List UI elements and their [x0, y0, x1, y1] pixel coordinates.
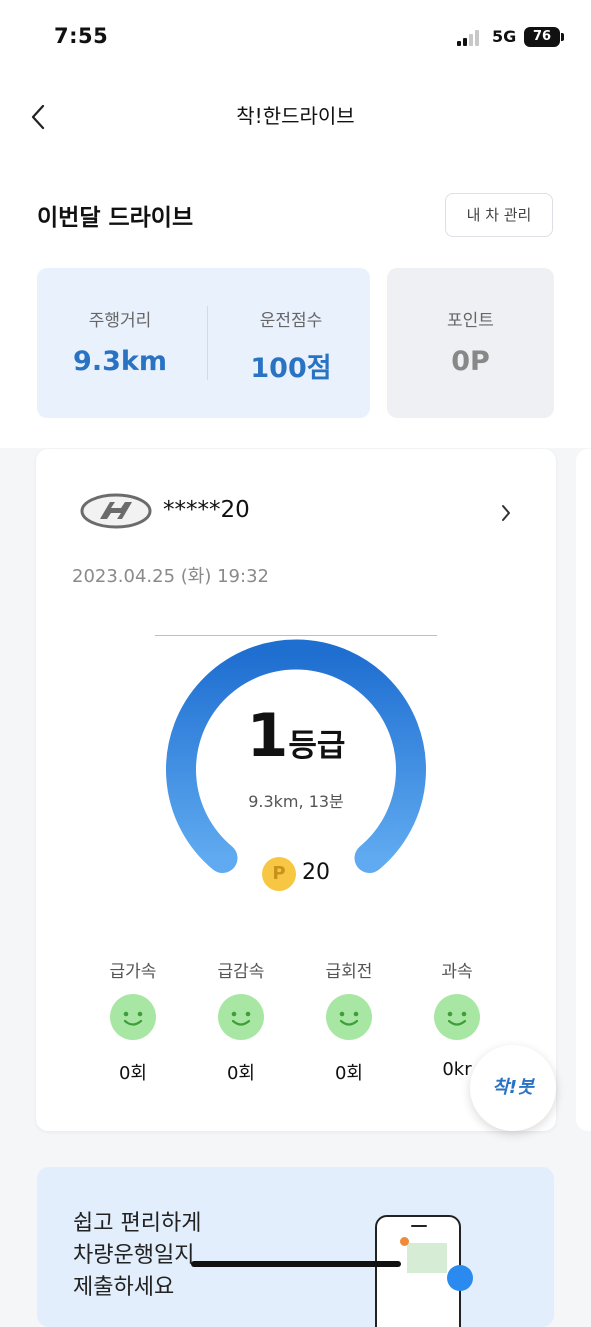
event-count-sharp-turn: 0회	[334, 1063, 363, 1084]
section-title: 이번달 드라이브	[37, 205, 194, 231]
chatbot-button[interactable]: 착!봇	[470, 1045, 556, 1131]
points-value: 0P	[451, 346, 490, 377]
event-label-speeding: 과속	[441, 962, 473, 982]
car-plate: *****20	[163, 497, 250, 523]
battery-icon: 76	[524, 27, 560, 47]
grade-unit: 등급	[288, 728, 346, 764]
distance-time: 9.3km, 13분	[248, 792, 344, 811]
summary-card: 주행거리 9.3km 운전점수 100점	[37, 268, 370, 418]
banner-line-2: 차량운행일지	[73, 1243, 195, 1268]
score-value: 100점	[250, 353, 332, 384]
signal-icon	[457, 30, 483, 46]
points-label: 포인트	[447, 311, 494, 331]
distance-label: 주행거리	[88, 311, 152, 331]
drive-datetime: 2023.04.25 (화) 19:32	[72, 566, 269, 587]
drive-card[interactable]: *****20 2023.04.25 (화) 19:32 1등급 9.3km, …	[36, 449, 556, 1131]
banner-line-1: 쉽고 편리하게	[73, 1211, 202, 1236]
smile-face-icon	[326, 994, 372, 1040]
event-label-hard-brake: 급감속	[217, 962, 265, 982]
network-label: 5G	[492, 27, 517, 46]
score-label: 운전점수	[259, 311, 323, 331]
smile-face-icon	[110, 994, 156, 1040]
event-count-hard-accel: 0회	[118, 1063, 147, 1084]
grade-number: 1	[246, 701, 289, 771]
page-title: 착!한드라이브	[236, 104, 355, 128]
distance-value: 9.3km	[73, 346, 167, 377]
car-brand-logo-icon	[80, 493, 152, 529]
chevron-right-icon[interactable]	[500, 503, 512, 523]
event-label-sharp-turn: 급회전	[325, 962, 373, 982]
home-indicator	[191, 1261, 401, 1267]
next-card-peek[interactable]	[576, 449, 591, 1131]
points-card[interactable]: 포인트 0P	[387, 268, 554, 418]
point-coin-icon: P	[262, 857, 296, 891]
event-label-hard-accel: 급가속	[109, 962, 157, 982]
manage-car-button[interactable]: 내 차 관리	[445, 193, 553, 237]
status-time: 7:55	[54, 24, 109, 48]
smile-face-icon	[218, 994, 264, 1040]
grade-display: 1등급	[36, 701, 556, 771]
battery-nub	[561, 33, 564, 41]
smile-face-icon	[434, 994, 480, 1040]
event-count-hard-brake: 0회	[226, 1063, 255, 1084]
logbook-banner[interactable]: 쉽고 편리하게 차량운행일지 제출하세요	[37, 1167, 554, 1327]
banner-line-3: 제출하세요	[73, 1275, 175, 1300]
phone-map-illustration	[375, 1215, 473, 1327]
reward-points: 20	[302, 860, 330, 885]
